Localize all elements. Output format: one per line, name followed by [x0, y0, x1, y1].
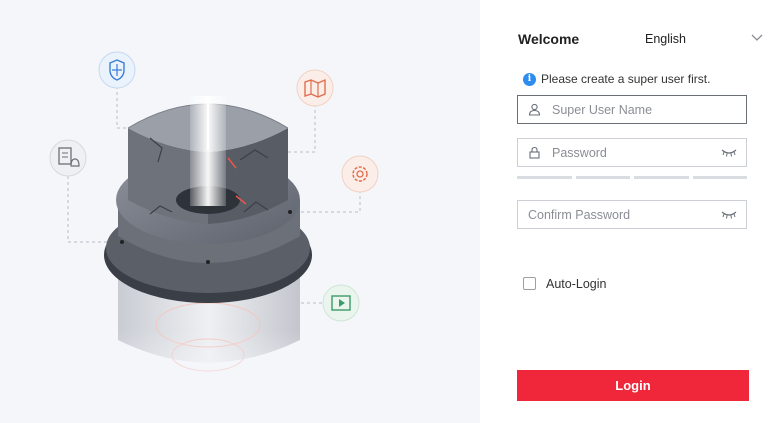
notice: i Please create a super user first.	[523, 72, 710, 86]
password-field[interactable]	[517, 138, 747, 167]
illustration	[49, 51, 379, 423]
illustration-panel	[0, 0, 480, 423]
strength-segment	[634, 176, 689, 179]
gear-icon	[341, 155, 379, 193]
confirm-password-field[interactable]	[517, 200, 747, 229]
notice-text: Please create a super user first.	[541, 72, 711, 86]
strength-segment	[575, 176, 630, 179]
auto-login-checkbox[interactable]	[523, 277, 536, 290]
video-icon	[322, 284, 360, 322]
login-button[interactable]: Login	[517, 370, 749, 401]
map-icon	[296, 69, 334, 107]
eye-closed-icon[interactable]	[721, 148, 737, 158]
strength-segment	[692, 176, 747, 179]
info-icon: i	[523, 72, 536, 86]
welcome-title: Welcome	[518, 31, 580, 47]
eye-closed-icon[interactable]	[721, 210, 737, 220]
language-select[interactable]: English	[645, 32, 686, 46]
shield-icon	[98, 51, 136, 89]
password-strength-meter	[517, 176, 747, 179]
chevron-down-icon[interactable]	[750, 30, 764, 44]
strength-segment	[517, 176, 572, 179]
user-icon	[528, 103, 541, 116]
username-input[interactable]	[552, 96, 702, 123]
password-input[interactable]	[552, 139, 702, 166]
lock-icon	[529, 146, 540, 159]
auto-login-label[interactable]: Auto-Login	[546, 277, 606, 291]
document-bell-icon	[49, 139, 87, 177]
confirm-password-input[interactable]	[528, 201, 678, 228]
login-panel: Welcome English i Please create a super …	[480, 0, 768, 423]
username-field[interactable]	[517, 95, 747, 124]
